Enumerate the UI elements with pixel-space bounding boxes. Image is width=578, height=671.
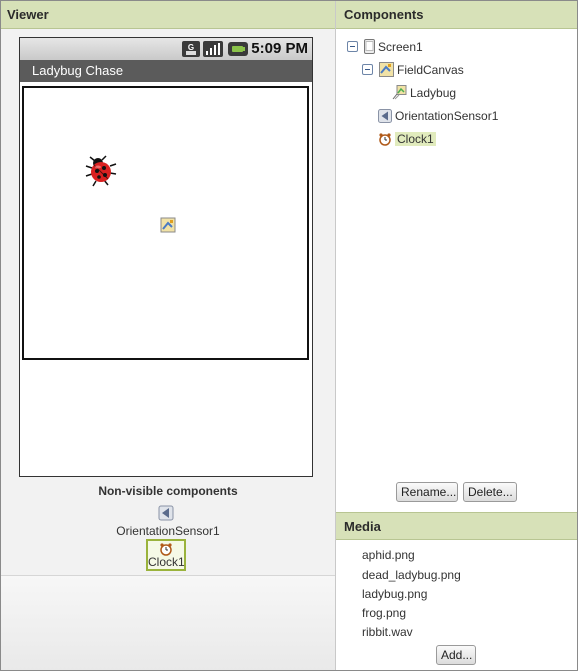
- tree-label: Ladybug: [410, 85, 457, 100]
- media-item[interactable]: ladybug.png: [362, 587, 427, 601]
- components-header: Components: [336, 1, 577, 29]
- svg-text:G: G: [188, 43, 194, 52]
- nonvisible-clock-label: Clock1: [148, 555, 185, 569]
- orientation-sensor-icon[interactable]: [158, 505, 174, 521]
- components-tree-area: [336, 29, 577, 512]
- status-time: 5:09 PM: [251, 40, 308, 57]
- nonvisible-item-orientation-sensor[interactable]: OrientationSensor1: [1, 524, 335, 538]
- clock-icon: [160, 543, 172, 556]
- clock-icon: [379, 133, 391, 146]
- tree-item-orientationsensor1[interactable]: OrientationSensor1: [378, 108, 498, 123]
- tree-label: Screen1: [378, 39, 423, 54]
- image-placeholder-icon: [160, 217, 176, 233]
- media-item[interactable]: ribbit.wav: [362, 625, 413, 639]
- signal-icon: [203, 41, 223, 57]
- app-title-bar: Ladybug Chase: [20, 60, 312, 82]
- viewer-footer-area: [1, 575, 335, 670]
- media-item[interactable]: aphid.png: [362, 548, 415, 562]
- network-g-icon: G: [182, 41, 200, 57]
- field-canvas[interactable]: [22, 86, 309, 360]
- phone-preview: G 5:09 PM Ladybug Chase: [19, 37, 313, 477]
- viewer-title: Viewer: [7, 7, 49, 22]
- canvas-icon: [379, 62, 394, 78]
- rename-button[interactable]: Rename...: [396, 482, 458, 502]
- orientation-sensor-icon: [378, 108, 392, 123]
- add-media-button[interactable]: Add...: [436, 645, 476, 665]
- tree-label: OrientationSensor1: [395, 108, 499, 123]
- tree-label-selected: Clock1: [395, 131, 436, 146]
- collapse-toggle-icon[interactable]: [347, 41, 358, 53]
- image-sprite-icon: [392, 85, 407, 100]
- nonvisible-item-clock[interactable]: Clock1: [146, 539, 186, 571]
- media-header: Media: [336, 512, 577, 540]
- media-title: Media: [344, 519, 381, 534]
- media-item[interactable]: frog.png: [362, 606, 406, 620]
- phone-status-bar: G 5:09 PM: [20, 38, 312, 60]
- collapse-toggle-icon[interactable]: [362, 64, 373, 76]
- tree-item-screen1[interactable]: Screen1: [347, 39, 423, 55]
- delete-button[interactable]: Delete...: [463, 482, 517, 502]
- tree-label: FieldCanvas: [397, 62, 464, 77]
- screen-icon: [364, 39, 375, 55]
- tree-item-clock1[interactable]: Clock1: [378, 131, 436, 146]
- app-window: Viewer G 5:09 PM Ladybug Chase Non-visib…: [0, 0, 578, 671]
- media-item[interactable]: dead_ladybug.png: [362, 568, 461, 582]
- nonvisible-components-title: Non-visible components: [98, 484, 238, 498]
- components-title: Components: [344, 7, 424, 22]
- viewer-header: Viewer: [1, 1, 335, 29]
- battery-icon: [228, 42, 248, 56]
- app-title: Ladybug Chase: [32, 63, 124, 78]
- tree-item-ladybug[interactable]: Ladybug: [392, 85, 456, 100]
- ladybug-sprite[interactable]: [84, 154, 118, 188]
- tree-item-fieldcanvas[interactable]: FieldCanvas: [362, 62, 464, 78]
